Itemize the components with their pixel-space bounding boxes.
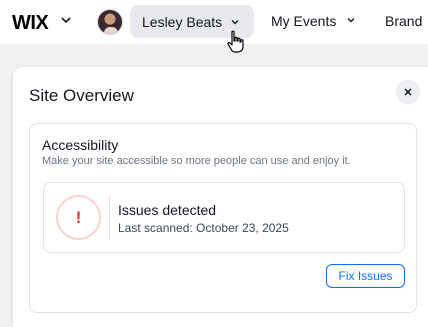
avatar[interactable] xyxy=(97,9,123,35)
top-bar: WIX Lesley Beats My Events Brand xyxy=(0,0,428,53)
fix-issues-button[interactable]: Fix Issues xyxy=(326,264,405,288)
wix-logo[interactable]: WIX xyxy=(12,12,49,35)
chevron-down-icon xyxy=(231,20,239,25)
chevron-down-icon[interactable] xyxy=(60,14,72,26)
panel-title: Site Overview xyxy=(29,86,134,105)
accessibility-card: Accessibility Make your site accessible … xyxy=(29,123,417,313)
close-button[interactable] xyxy=(396,80,420,104)
accessibility-title: Accessibility xyxy=(42,137,119,153)
accessibility-description: Make your site accessible so more people… xyxy=(42,155,351,167)
site-name: Lesley Beats xyxy=(142,13,223,30)
nav-brand[interactable]: Brand xyxy=(385,13,422,29)
nav-my-events[interactable]: My Events xyxy=(271,13,356,29)
site-overview-panel: Site Overview Accessibility Make your si… xyxy=(13,67,428,327)
divider xyxy=(109,195,110,240)
last-scanned-text: Last scanned: October 23, 2025 xyxy=(118,221,289,235)
chevron-down-icon xyxy=(347,18,355,23)
alert-icon: ! xyxy=(56,195,101,240)
nav-brand-label: Brand xyxy=(385,13,423,29)
hand-pointer-icon xyxy=(227,30,244,53)
issues-box: ! Issues detected Last scanned: October … xyxy=(43,182,405,253)
close-icon xyxy=(404,88,412,96)
issues-title: Issues detected xyxy=(118,202,217,218)
nav-my-events-label: My Events xyxy=(271,13,337,29)
